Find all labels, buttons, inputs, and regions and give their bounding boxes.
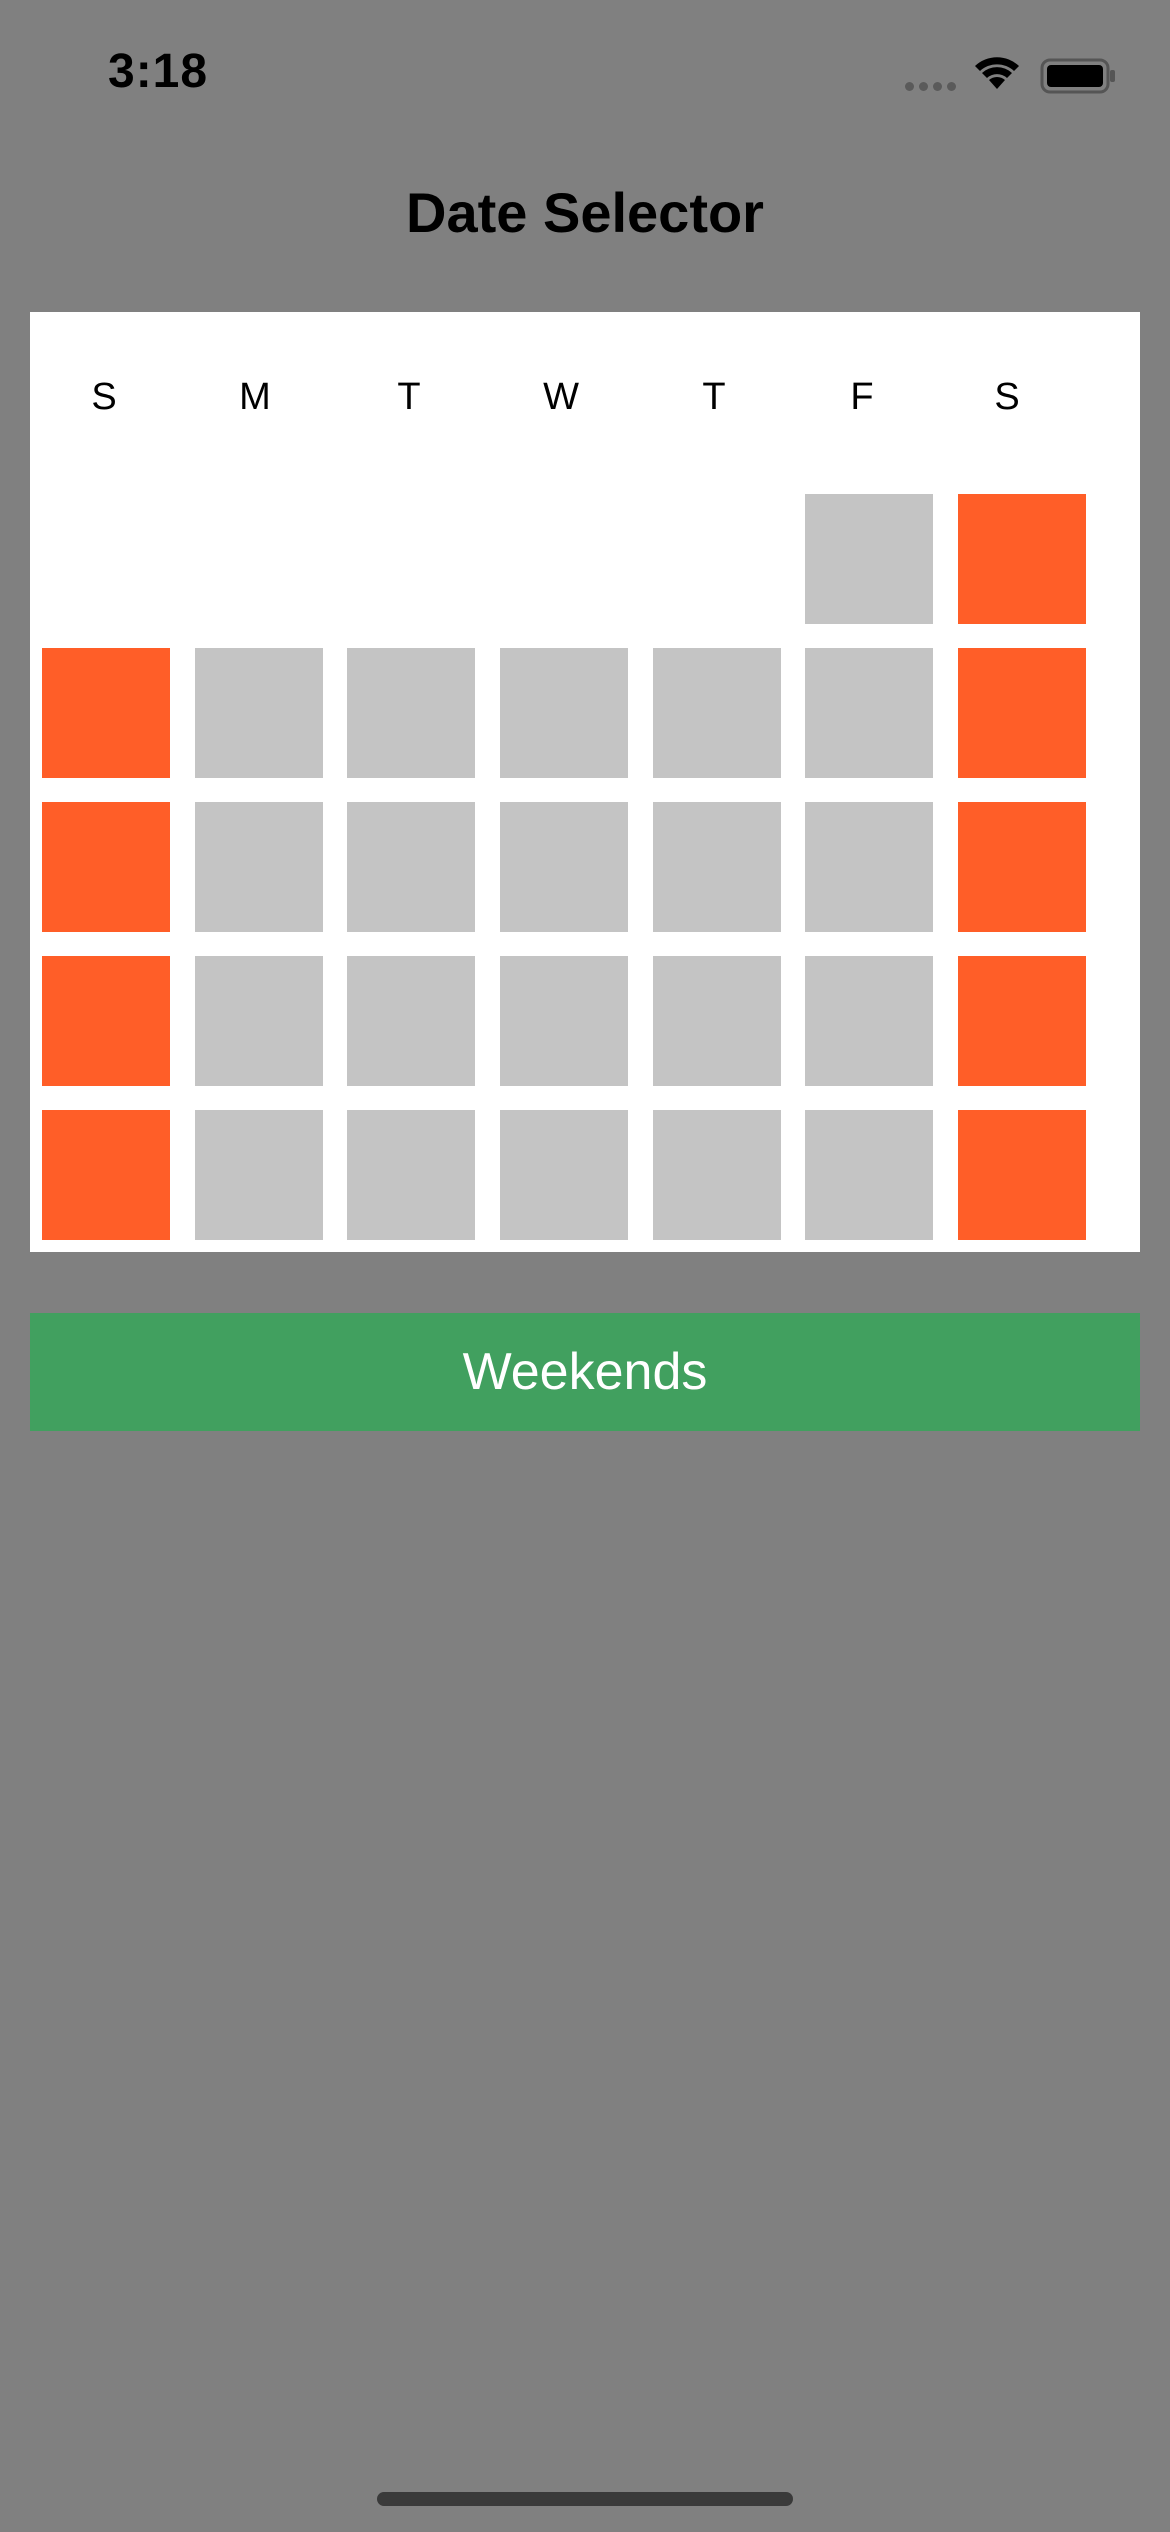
day-cell-18[interactable]	[195, 956, 323, 1086]
day-header: F	[850, 376, 874, 418]
day-cell-20[interactable]	[500, 956, 628, 1086]
day-cell-2[interactable]	[958, 494, 1086, 624]
day-cell-25[interactable]	[195, 1110, 323, 1240]
wifi-icon	[973, 55, 1021, 96]
day-header: W	[543, 376, 579, 418]
day-cell-11[interactable]	[195, 802, 323, 932]
day-cell-22[interactable]	[805, 956, 933, 1086]
day-cell-19[interactable]	[347, 956, 475, 1086]
day-cell-24[interactable]	[42, 1110, 170, 1240]
day-cell-1[interactable]	[805, 494, 933, 624]
day-cell-13[interactable]	[500, 802, 628, 932]
status-bar: 3:18	[0, 0, 1170, 140]
day-cell-8[interactable]	[805, 648, 933, 778]
weekends-button[interactable]: Weekends	[30, 1313, 1140, 1431]
signal-icon	[905, 78, 961, 96]
day-cell-12[interactable]	[347, 802, 475, 932]
day-cell-26[interactable]	[347, 1110, 475, 1240]
status-time: 3:18	[108, 45, 209, 98]
day-cell-17[interactable]	[42, 956, 170, 1086]
home-indicator	[377, 2492, 793, 2506]
day-cell-16[interactable]	[958, 802, 1086, 932]
day-cell-4[interactable]	[195, 648, 323, 778]
day-header: M	[239, 376, 271, 418]
battery-icon	[1040, 58, 1116, 99]
day-cell-28[interactable]	[653, 1110, 781, 1240]
day-header: S	[994, 376, 1020, 418]
day-cell-7[interactable]	[653, 648, 781, 778]
day-cell-27[interactable]	[500, 1110, 628, 1240]
day-cell-6[interactable]	[500, 648, 628, 778]
calendar-grid: SMTWTFS	[30, 312, 1140, 1252]
day-header: T	[397, 376, 421, 418]
day-cell-14[interactable]	[653, 802, 781, 932]
day-cell-29[interactable]	[805, 1110, 933, 1240]
page-title: Date Selector	[406, 181, 764, 244]
day-header: T	[702, 376, 726, 418]
day-cell-3[interactable]	[42, 648, 170, 778]
day-header: S	[91, 376, 117, 418]
day-cell-9[interactable]	[958, 648, 1086, 778]
day-cell-15[interactable]	[805, 802, 933, 932]
day-cell-5[interactable]	[347, 648, 475, 778]
day-cell-10[interactable]	[42, 802, 170, 932]
day-cell-21[interactable]	[653, 956, 781, 1086]
day-cell-23[interactable]	[958, 956, 1086, 1086]
day-cell-30[interactable]	[958, 1110, 1086, 1240]
